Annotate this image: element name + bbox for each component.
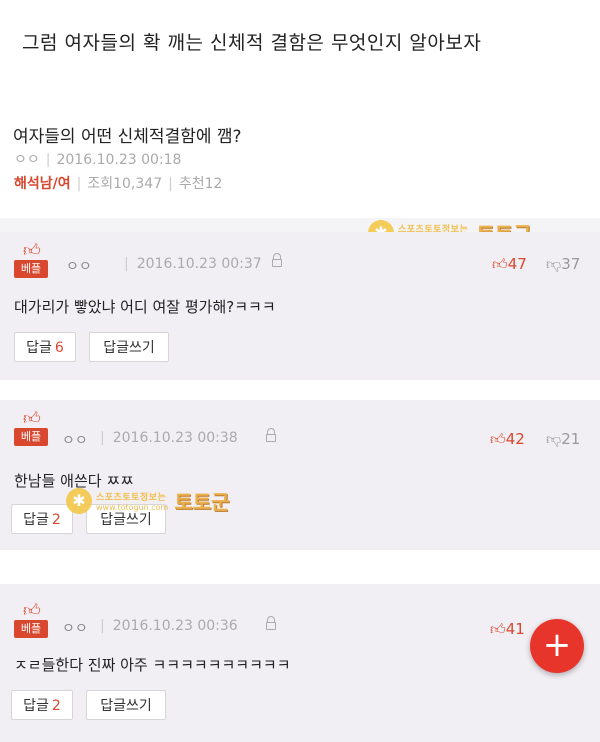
- best-label: 베플: [14, 428, 48, 446]
- comment-author: ㅇㅇ: [62, 433, 88, 449]
- post-meta: ㅇㅇ | 2016.10.23 00:18: [14, 152, 182, 168]
- post-category[interactable]: 해석남/여: [14, 176, 71, 192]
- reply-count-button[interactable]: 답글 2: [11, 690, 73, 720]
- post-recommend: 추천12: [178, 176, 223, 192]
- upvote-button[interactable]: 👍︎41: [490, 620, 525, 639]
- caption-text: 그럼 여자들의 확 깨는 신체적 결함은 무엇인지 알아보자: [22, 32, 482, 54]
- write-reply-button[interactable]: 답글쓰기: [86, 690, 166, 720]
- caption-banner: 그럼 여자들의 확 깨는 신체적 결함은 무엇인지 알아보자: [0, 0, 600, 100]
- post-stats: 해석남/여 | 조회10,347 | 추천12: [14, 176, 223, 192]
- watermark-top-text: 스포츠토토정보는: [96, 492, 167, 503]
- write-reply-button[interactable]: 답글쓰기: [89, 332, 169, 362]
- comment-item: 👍︎ 베플 ㅇㅇ |2016.10.23 00:36 👍︎41 👎︎7 ㅈㄹ들한…: [0, 584, 600, 742]
- comment-item: 👍︎ 베플 ㅇㅇ | 2016.10.23 00:37 👍︎47 👎︎37 대가리…: [0, 232, 600, 380]
- comment-item: 👍︎ 베플 ㅇㅇ | 2016.10.23 00:38 👍︎42 👎︎21 한남들…: [0, 400, 600, 550]
- comment-date: | 2016.10.23 00:38: [100, 430, 238, 446]
- watermark: ✱ 스포츠토토정보는 www.totogun.com 토토군: [66, 486, 230, 515]
- comment-date: | 2016.10.23 00:36: [100, 618, 238, 634]
- comment-author: ㅇㅇ: [62, 621, 88, 637]
- lock-icon: [266, 428, 276, 443]
- best-badge: 👍︎ 베플: [14, 408, 48, 450]
- post-header: 여자들의 어떤 신체적결함에 깸? ㅇㅇ | 2016.10.23 00:18 해석…: [0, 100, 600, 218]
- post-date: 2016.10.23 00:18: [56, 152, 182, 168]
- post-author: ㅇㅇ: [14, 152, 40, 168]
- best-badge: 👍︎ 베플: [14, 600, 48, 642]
- add-button[interactable]: +: [530, 619, 584, 673]
- runner-icon: ✱: [66, 487, 92, 514]
- watermark-brand: 토토군: [174, 490, 230, 514]
- downvote-button[interactable]: 👎︎37: [546, 255, 580, 274]
- upvote-button[interactable]: 👍︎42: [490, 430, 525, 449]
- best-badge: 👍︎ 베플: [14, 240, 48, 282]
- thumbs-up-icon: 👍︎: [23, 409, 41, 429]
- comment-text: 대가리가 빻았냐 어디 여잘 평가해?ㅋㅋㅋ: [14, 298, 276, 316]
- comment-author: ㅇㅇ: [66, 259, 92, 275]
- lock-icon: [266, 616, 276, 631]
- post-title[interactable]: 여자들의 어떤 신체적결함에 깸?: [13, 122, 242, 147]
- thumbs-up-icon: 👍︎: [23, 601, 41, 621]
- comment-divider: [0, 380, 600, 400]
- comment-text: ㅈㄹ들한다 진짜 아주 ㅋㅋㅋㅋㅋㅋㅋㅋㅋㅋ: [14, 656, 291, 674]
- upvote-button[interactable]: 👍︎47: [492, 255, 527, 274]
- reply-count-button[interactable]: 답글 2: [11, 504, 73, 534]
- lock-icon: [272, 253, 282, 268]
- downvote-button[interactable]: 👎︎21: [546, 430, 580, 449]
- watermark-url: www.totogun.com: [96, 502, 169, 512]
- comment-date: | 2016.10.23 00:37: [124, 256, 262, 272]
- thumbs-up-icon: 👍︎: [23, 241, 41, 261]
- post-views: 조회10,347: [87, 176, 163, 192]
- best-label: 베플: [14, 620, 48, 638]
- best-label: 베플: [14, 260, 48, 278]
- comment-divider: [0, 550, 600, 584]
- reply-count-button[interactable]: 답글 6: [14, 332, 76, 362]
